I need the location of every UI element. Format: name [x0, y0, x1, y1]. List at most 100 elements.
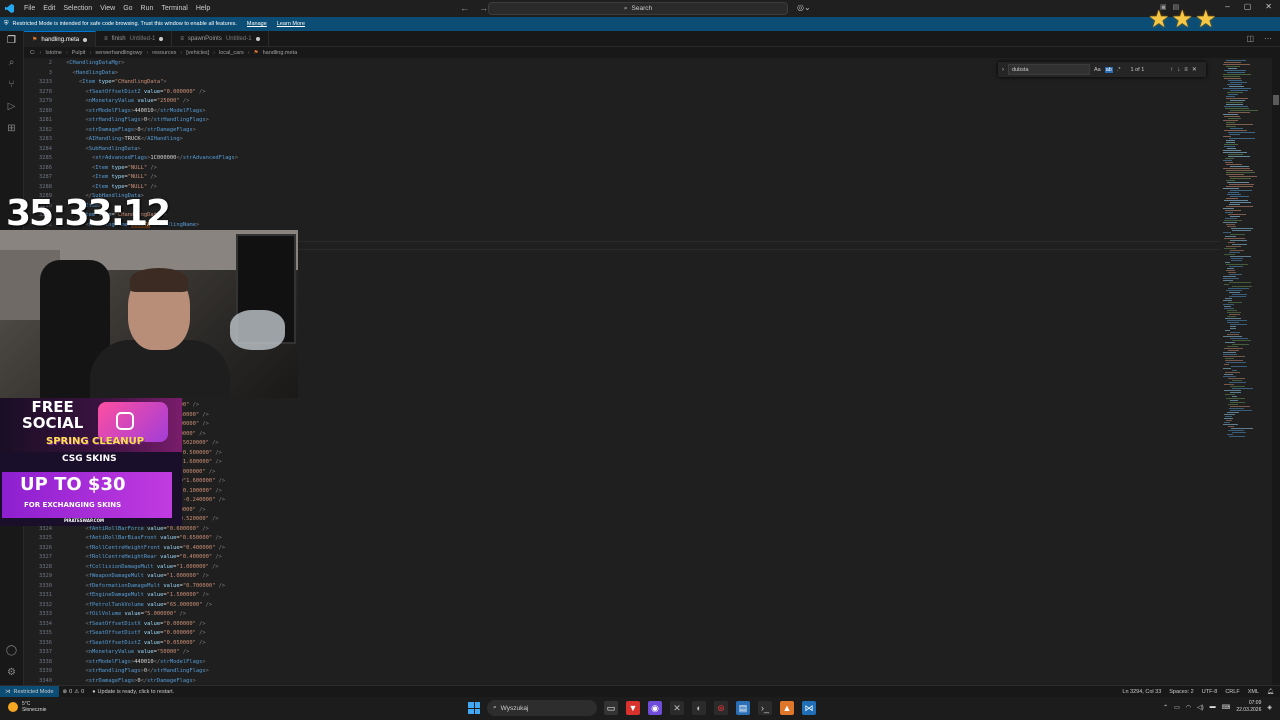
back-arrow-icon[interactable]: ←: [460, 3, 469, 13]
windows-start-icon[interactable]: [468, 702, 480, 714]
battery-icon[interactable]: ▬: [1210, 704, 1216, 710]
learn-more-link[interactable]: Learn More: [277, 21, 305, 27]
language-icon[interactable]: ⌨: [1222, 704, 1231, 711]
weather-widget[interactable]: 5°C Słonecznie: [8, 701, 46, 713]
code-line[interactable]: 3284 <SubHandlingData>: [24, 145, 1220, 155]
menu-view[interactable]: View: [96, 5, 119, 12]
breadcrumb-item[interactable]: C:: [30, 50, 36, 56]
breadcrumb-item[interactable]: serwerhandlingowy: [95, 50, 142, 56]
steam-icon[interactable]: ⊛: [714, 701, 728, 715]
code-line[interactable]: 3329 <fWeaponDamageMult value="1.000000"…: [24, 572, 1220, 582]
app-icon[interactable]: ✕: [670, 701, 684, 715]
code-line[interactable]: 3334 <fSeatOffsetDistX value="0.000000" …: [24, 620, 1220, 630]
account-icon[interactable]: ◯: [6, 645, 18, 657]
tab-handling-meta[interactable]: ⚑ handling.meta: [24, 31, 97, 47]
discord-icon[interactable]: ◉: [648, 701, 662, 715]
tray-overflow-icon[interactable]: ⌃: [1163, 704, 1168, 711]
task-view-icon[interactable]: ▭: [604, 701, 618, 715]
match-case-toggle[interactable]: Aa: [1094, 67, 1101, 73]
taskbar-search[interactable]: ⌕ Wyszukaj: [487, 700, 597, 716]
code-line[interactable]: 3337 <nMonetaryValue value="50000" />: [24, 648, 1220, 658]
minimize-icon[interactable]: –: [1225, 2, 1229, 11]
code-line[interactable]: 3318 <fSuspensionCompDamp value="1.00000…: [24, 468, 1220, 478]
source-control-icon[interactable]: ⑂: [6, 79, 18, 91]
whole-word-toggle[interactable]: ab: [1104, 66, 1113, 73]
notification-center-icon[interactable]: ◈: [1267, 704, 1272, 711]
unsaved-dot-icon[interactable]: [159, 37, 164, 41]
code-line[interactable]: 3340 <strDamageFlags>0</strDamageFlags>: [24, 677, 1220, 686]
code-line[interactable]: 3317 <fSuspensionLowerLimit value="1.600…: [24, 458, 1220, 468]
code-line[interactable]: 3233 <Item type="CHandlingData">: [24, 78, 1220, 88]
code-line[interactable]: 3326 <fRollCentreHeightFront value="0.40…: [24, 544, 1220, 554]
obs-icon[interactable]: ◐: [692, 701, 706, 715]
language-mode[interactable]: XML: [1248, 689, 1259, 695]
menu-file[interactable]: File: [20, 5, 39, 12]
code-line[interactable]: 3314 <fSuspensionForce value="0.000000" …: [24, 430, 1220, 440]
minimap[interactable]: [1220, 58, 1272, 685]
code-line[interactable]: 3311 <fSteeringLock value="25.500000" />: [24, 401, 1220, 411]
file-explorer-icon[interactable]: ▤: [736, 701, 750, 715]
menu-run[interactable]: Run: [137, 5, 158, 12]
regex-toggle[interactable]: .*: [1117, 67, 1121, 73]
code-line[interactable]: 3278 <fSeatOffsetDistZ value="0.000000" …: [24, 88, 1220, 98]
code-line[interactable]: 3315 <fSuspensionCompDamp value="0.50200…: [24, 439, 1220, 449]
code-line[interactable]: 3290 </Item>: [24, 202, 1220, 212]
breadcrumb-item[interactable]: resources: [152, 50, 176, 56]
code-line[interactable]: 3291 <Item type="CHandlingData">: [24, 211, 1220, 221]
fivem-icon[interactable]: ▲: [780, 701, 794, 715]
extensions-icon[interactable]: ⊞: [6, 123, 18, 135]
code-line[interactable]: 3281 <strHandlingFlags>0</strHandlingFla…: [24, 116, 1220, 126]
code-line[interactable]: 3322 <fSuspensionRaise value="0.000000" …: [24, 506, 1220, 516]
menu-selection[interactable]: Selection: [59, 5, 96, 12]
code-line[interactable]: 3285 <strAdvancedFlags>1C000000</strAdva…: [24, 154, 1220, 164]
toggle-replace-icon[interactable]: ›: [1002, 67, 1004, 73]
find-in-selection-icon[interactable]: ≡: [1184, 67, 1188, 73]
forward-arrow-icon[interactable]: →: [479, 3, 488, 13]
network-icon[interactable]: ▭: [1174, 704, 1180, 711]
breadcrumb-item[interactable]: [vehicles]: [186, 50, 209, 56]
wifi-icon[interactable]: ◠: [1186, 704, 1191, 711]
breadcrumb-item[interactable]: local_cars: [219, 50, 244, 56]
explorer-icon[interactable]: ❐: [6, 35, 18, 47]
code-line[interactable]: 3336 <fSeatOffsetDistZ value="0.050000" …: [24, 639, 1220, 649]
problems-indicator[interactable]: ⊗ 0 ⚠ 0: [59, 689, 89, 695]
terminal-icon[interactable]: ›_: [758, 701, 772, 715]
maximize-icon[interactable]: ▢: [1244, 2, 1252, 11]
update-notice[interactable]: ● Update is ready, click to restart.: [88, 689, 178, 695]
menu-help[interactable]: Help: [192, 5, 214, 12]
code-line[interactable]: 3324 <fAntiRollBarForce value="0.600000"…: [24, 525, 1220, 535]
menu-terminal[interactable]: Terminal: [157, 5, 191, 12]
breadcrumb-item[interactable]: Pulpit: [72, 50, 86, 56]
code-line[interactable]: 3312 <fTractionCurveMin value="0.150000"…: [24, 411, 1220, 421]
code-line[interactable]: 3286 <Item type="NULL" />: [24, 164, 1220, 174]
brave-browser-icon[interactable]: ▼: [626, 701, 640, 715]
breadcrumb-item[interactable]: handling.meta: [263, 50, 298, 56]
volume-icon[interactable]: ◁): [1197, 704, 1204, 711]
code-line[interactable]: 3289 </SubHandlingData>: [24, 192, 1220, 202]
scrollbar-thumb[interactable]: [1273, 95, 1279, 105]
command-center-search[interactable]: ⌕ Search: [488, 2, 788, 15]
unsaved-dot-icon[interactable]: [83, 37, 88, 42]
code-line[interactable]: 3325 <fAntiRollBarBiasFront value="0.650…: [24, 534, 1220, 544]
code-line[interactable]: 3287 <Item type="NULL" />: [24, 173, 1220, 183]
code-line[interactable]: 3321 <fSuspensionLowerLimit value="-0.24…: [24, 496, 1220, 506]
indentation[interactable]: Spaces: 2: [1169, 689, 1193, 695]
code-line[interactable]: 3279 <nMonetaryValue value="25000" />: [24, 97, 1220, 107]
unsaved-dot-icon[interactable]: [255, 37, 260, 41]
code-line[interactable]: 3331 <fEngineDamageMult value="1.500000"…: [24, 591, 1220, 601]
notifications-bell-icon[interactable]: 🔔︎: [1267, 689, 1274, 695]
code-line[interactable]: 3333 <fOilVolume value="5.000000" />: [24, 610, 1220, 620]
run-debug-icon[interactable]: ▷: [6, 101, 18, 113]
clock[interactable]: 07:09 22.03.2026: [1236, 700, 1261, 714]
code-line[interactable]: 3282 <strDamageFlags>0</strDamageFlags>: [24, 126, 1220, 136]
next-match-icon[interactable]: ↓: [1177, 67, 1180, 73]
close-icon[interactable]: ✕: [1265, 2, 1272, 11]
menu-edit[interactable]: Edit: [39, 5, 59, 12]
find-input[interactable]: [1008, 64, 1090, 75]
code-line[interactable]: 3280 <strModelFlags>440010</strModelFlag…: [24, 107, 1220, 117]
code-line[interactable]: 3332 <fPetrolTankVolume value="65.000000…: [24, 601, 1220, 611]
end-of-line[interactable]: CRLF: [1225, 689, 1239, 695]
search-view-icon[interactable]: ⌕: [6, 57, 18, 69]
vscode-taskbar-icon[interactable]: ⋈: [802, 701, 816, 715]
code-line[interactable]: 3283 <AIHandling>TRUCK</AIHandling>: [24, 135, 1220, 145]
